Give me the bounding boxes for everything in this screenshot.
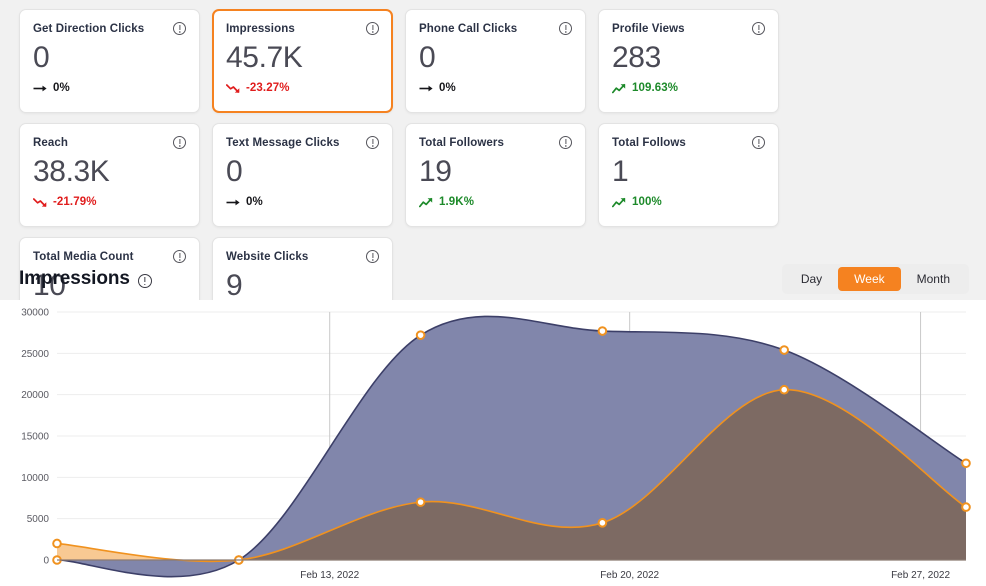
kpi-card-delta: 1.9K% <box>419 196 572 208</box>
kpi-card-header: Total Follows <box>612 136 765 150</box>
kpi-card-delta-text: 109.63% <box>632 82 679 94</box>
kpi-card-delta-text: 1.9K% <box>439 196 475 208</box>
trend-flat-icon <box>226 199 240 205</box>
kpi-card-title: Reach <box>33 137 69 149</box>
kpi-card-title: Get Direction Clicks <box>33 23 145 35</box>
kpi-card[interactable]: Total Follows 1 100% <box>598 123 779 227</box>
kpi-card-header: Text Message Clicks <box>226 136 379 150</box>
kpi-card-title: Impressions <box>226 23 295 35</box>
kpi-card[interactable]: Reach 38.3K -21.79% <box>19 123 200 227</box>
kpi-card-value: 0 <box>33 41 50 74</box>
kpi-card-value: 0 <box>419 41 436 74</box>
kpi-card-title: Total Follows <box>612 137 686 149</box>
trend-flat-icon <box>419 85 433 91</box>
info-icon[interactable] <box>173 22 186 35</box>
kpi-card[interactable]: Profile Views 283 109.63% <box>598 9 779 113</box>
y-axis-tick-label: 5000 <box>27 514 50 525</box>
y-axis-tick-label: 0 <box>43 556 49 567</box>
y-axis-tick-label: 15000 <box>21 432 49 443</box>
kpi-card-header: Get Direction Clicks <box>33 22 186 36</box>
kpi-card-title: Total Followers <box>419 137 504 149</box>
kpi-card-value: 1 <box>612 155 629 188</box>
y-axis-tick-label: 10000 <box>21 473 49 484</box>
kpi-card-delta-text: 100% <box>632 196 662 208</box>
chart-title-group: Impressions <box>19 268 152 290</box>
analytics-dashboard: Get Direction Clicks 0 0% Impressions 45.7K -… <box>0 0 986 586</box>
kpi-card-value: 0 <box>226 155 243 188</box>
kpi-card-delta-text: -23.27% <box>246 82 290 94</box>
trend-up-icon <box>612 83 626 93</box>
data-point-marker[interactable] <box>597 518 608 528</box>
kpi-card-delta-text: 0% <box>439 82 456 94</box>
data-point-marker[interactable] <box>779 345 790 355</box>
kpi-card-value: 38.3K <box>33 155 110 188</box>
chart-header: Impressions Day Week Month <box>19 262 969 296</box>
info-icon[interactable] <box>559 22 572 35</box>
kpi-card-delta: 0% <box>33 82 186 94</box>
impressions-area-chart: 0 5000 10000 15000 20000 25000 30000 Feb 13, 20… <box>0 300 986 586</box>
kpi-card-header: Phone Call Clicks <box>419 22 572 36</box>
info-icon[interactable] <box>173 136 186 149</box>
chart-canvas: 0 5000 10000 15000 20000 25000 30000 Feb 13, 20… <box>21 308 971 581</box>
x-axis-tick-label: Feb 13, 2022 <box>300 570 359 581</box>
trend-up-icon <box>612 197 626 207</box>
x-axis-tick-label: Feb 27, 2022 <box>891 570 950 581</box>
data-point-marker[interactable] <box>779 384 790 395</box>
data-point-marker[interactable] <box>415 330 426 340</box>
kpi-card-value: 45.7K <box>226 41 303 74</box>
kpi-card[interactable]: Phone Call Clicks 0 0% <box>405 9 586 113</box>
kpi-card[interactable]: Text Message Clicks 0 0% <box>212 123 393 227</box>
kpi-card[interactable]: Get Direction Clicks 0 0% <box>19 9 200 113</box>
kpi-card-delta: -23.27% <box>226 82 379 94</box>
kpi-card-delta: 100% <box>612 196 765 208</box>
info-icon[interactable] <box>752 22 765 35</box>
trend-up-icon <box>419 197 433 207</box>
data-point-marker[interactable] <box>597 326 608 336</box>
range-btn-month[interactable]: Month <box>901 267 966 291</box>
data-point-marker[interactable] <box>961 458 971 469</box>
kpi-card-delta-text: 0% <box>246 196 263 208</box>
kpi-card-delta: 0% <box>226 196 379 208</box>
kpi-card-delta-text: 0% <box>53 82 70 94</box>
kpi-card-value: 283 <box>612 41 661 74</box>
kpi-card[interactable]: Total Followers 19 1.9K% <box>405 123 586 227</box>
y-axis-tick-label: 25000 <box>21 349 49 360</box>
data-point-marker[interactable] <box>52 538 62 549</box>
kpi-card-header: Total Followers <box>419 136 572 150</box>
trend-down-icon <box>226 83 240 93</box>
x-axis-tick-label: Feb 20, 2022 <box>600 570 659 581</box>
kpi-card-title: Profile Views <box>612 23 685 35</box>
data-point-marker[interactable] <box>415 497 426 507</box>
trend-down-icon <box>33 197 47 207</box>
kpi-card-header: Reach <box>33 136 186 150</box>
kpi-card[interactable]: Impressions 45.7K -23.27% <box>212 9 393 113</box>
kpi-card-title: Phone Call Clicks <box>419 23 518 35</box>
kpi-card-value: 19 <box>419 155 452 188</box>
range-btn-day[interactable]: Day <box>785 267 838 291</box>
info-icon[interactable] <box>137 273 152 288</box>
info-icon[interactable] <box>366 22 379 35</box>
trend-flat-icon <box>33 85 47 91</box>
info-icon[interactable] <box>366 136 379 149</box>
kpi-card-delta-text: -21.79% <box>53 196 97 208</box>
y-axis-tick-label: 30000 <box>21 308 49 319</box>
kpi-card-delta: 109.63% <box>612 82 765 94</box>
y-axis-tick-label: 20000 <box>21 390 49 401</box>
kpi-card-delta: -21.79% <box>33 196 186 208</box>
kpi-card-delta: 0% <box>419 82 572 94</box>
range-toggle-group[interactable]: Day Week Month <box>781 264 969 294</box>
kpi-card-header: Profile Views <box>612 22 765 36</box>
data-point-marker[interactable] <box>961 502 971 512</box>
info-icon[interactable] <box>752 136 765 149</box>
range-btn-week[interactable]: Week <box>838 267 901 291</box>
chart-title: Impressions <box>19 268 130 289</box>
kpi-card-title: Text Message Clicks <box>226 137 340 149</box>
info-icon[interactable] <box>559 136 572 149</box>
kpi-card-header: Impressions <box>226 22 379 36</box>
